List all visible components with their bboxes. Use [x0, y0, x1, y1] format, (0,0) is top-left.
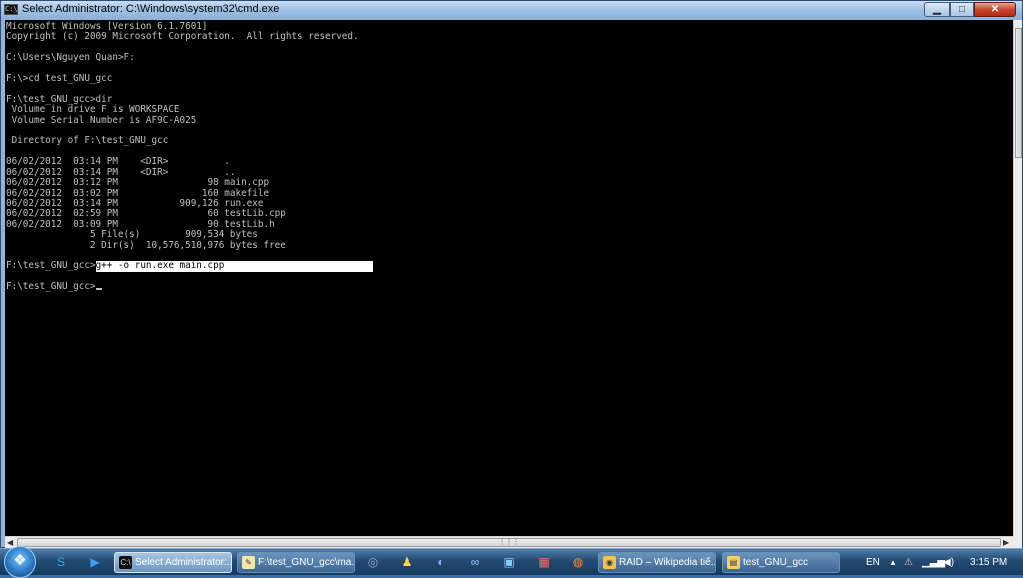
scroll-right-arrow-icon[interactable]: ▶	[1003, 537, 1009, 548]
link-app-icon[interactable]: ∞	[466, 553, 484, 571]
cmd-icon: C:\	[4, 4, 18, 15]
selected-command-text[interactable]: g++ -o run.exe main.cpp	[95, 260, 373, 272]
notepad-task-icon: ✎	[242, 556, 255, 569]
console-line: Directory of F:\test_GNU_gcc	[6, 135, 169, 147]
taskbar-item-cmd[interactable]: C:\ Select Administrator:...	[114, 552, 232, 573]
volume-icon[interactable]: ◀)	[943, 549, 954, 576]
minimize-button[interactable]: ▁	[924, 2, 950, 17]
text-cursor	[95, 288, 102, 291]
window-title: Select Administrator: C:\Windows\system3…	[22, 3, 280, 15]
vertical-scroll-thumb[interactable]	[1015, 28, 1022, 158]
console-line: 2 Dir(s) 10,576,510,976 bytes free	[6, 239, 286, 251]
show-hidden-icons-icon[interactable]: ▲	[889, 549, 897, 576]
console-line: C:\Users\Nguyen Quan>F:	[6, 52, 135, 64]
close-button[interactable]: ✕	[974, 2, 1016, 17]
language-indicator[interactable]: EN	[866, 549, 880, 576]
skype-icon[interactable]: S	[52, 553, 70, 571]
scroll-left-arrow-icon[interactable]: ◀	[7, 537, 13, 548]
taskbar-item-chrome[interactable]: ◉ RAID – Wikipedia tiế...	[598, 552, 716, 573]
taskbar-item-label: test_GNU_gcc	[743, 557, 809, 568]
console-line: Volume in drive F is WORKSPACE	[6, 104, 180, 116]
taskbar-item-label: Select Administrator:...	[135, 557, 232, 568]
console-line: 5 File(s) 909,534 bytes	[6, 229, 258, 241]
console-line: 06/02/2012 03:14 PM 909,126 run.exe	[6, 197, 264, 209]
cmd-window: C:\ Select Administrator: C:\Windows\sys…	[0, 0, 1023, 548]
console-text[interactable]: Microsoft Windows [Version 6.1.7601] Cop…	[6, 21, 373, 293]
resize-grip[interactable]	[1013, 536, 1022, 548]
monitor-app-icon[interactable]: ▣	[500, 553, 518, 571]
taskbar-item-label: F:\test_GNU_gcc\ma...	[258, 557, 355, 568]
firefox-icon[interactable]: ◍	[569, 553, 587, 571]
network-app-icon[interactable]: ◎	[364, 553, 382, 571]
chrome-task-icon: ◉	[603, 556, 616, 569]
console-line: F:\>cd test_GNU_gcc	[6, 73, 113, 85]
horizontal-scroll-thumb[interactable]: ⋮⋮⋮	[17, 538, 1001, 547]
vertical-scrollbar[interactable]	[1013, 20, 1022, 536]
media-player-icon[interactable]: ▶	[86, 553, 104, 571]
console-line: 06/02/2012 03:02 PM 160 makefile	[6, 187, 270, 199]
console-line: Volume Serial Number is AF9C-A025	[6, 114, 197, 126]
console-line: Microsoft Windows [Version 6.1.7601]	[6, 21, 208, 32]
folder-task-icon: ▤	[727, 556, 740, 569]
network-tray-icon[interactable]: ⚠	[904, 549, 913, 576]
start-button[interactable]: ❖	[4, 546, 36, 578]
taskbar-item-label: RAID – Wikipedia tiế...	[619, 557, 716, 568]
current-prompt: F:\test_GNU_gcc>	[6, 281, 96, 293]
grid-app-icon[interactable]: ▦	[535, 553, 553, 571]
signal-strength-icon[interactable]: ▁▃▅	[922, 549, 945, 576]
console-line: 06/02/2012 02:59 PM 60 testLib.cpp	[6, 208, 286, 220]
clock-time[interactable]: 3:15 PM	[970, 549, 1007, 576]
title-bar[interactable]: C:\ Select Administrator: C:\Windows\sys…	[1, 1, 1022, 19]
selected-command-prompt: F:\test_GNU_gcc>	[6, 260, 96, 272]
taskbar: ❖ S ▶ C:\ Select Administrator:... ✎ F:\…	[0, 546, 1023, 578]
cmd-task-icon: C:\	[119, 556, 132, 569]
window-controls: ▁ □ ✕	[924, 2, 1016, 17]
maximize-button[interactable]: □	[950, 2, 974, 17]
horizontal-scrollbar[interactable]: ◀ ⋮⋮⋮ ▶	[5, 536, 1013, 548]
console-output[interactable]: Microsoft Windows [Version 6.1.7601] Cop…	[5, 20, 1013, 536]
console-line: 06/02/2012 03:12 PM 98 main.cpp	[6, 177, 270, 189]
console-line: 06/02/2012 03:14 PM <DIR> .	[6, 156, 230, 168]
console-line: F:\test_GNU_gcc>dir	[6, 93, 113, 105]
console-line: 06/02/2012 03:14 PM <DIR> ..	[6, 166, 236, 178]
taskbar-item-explorer-file[interactable]: ✎ F:\test_GNU_gcc\ma...	[237, 552, 355, 573]
console-line: 06/02/2012 03:09 PM 90 testLib.h	[6, 218, 275, 230]
taskbar-item-folder[interactable]: ▤ test_GNU_gcc	[722, 552, 840, 573]
console-line: Copyright (c) 2009 Microsoft Corporation…	[6, 31, 359, 43]
person-app-icon[interactable]: ♟	[398, 553, 416, 571]
browser-app-icon[interactable]: ◐	[432, 553, 450, 571]
